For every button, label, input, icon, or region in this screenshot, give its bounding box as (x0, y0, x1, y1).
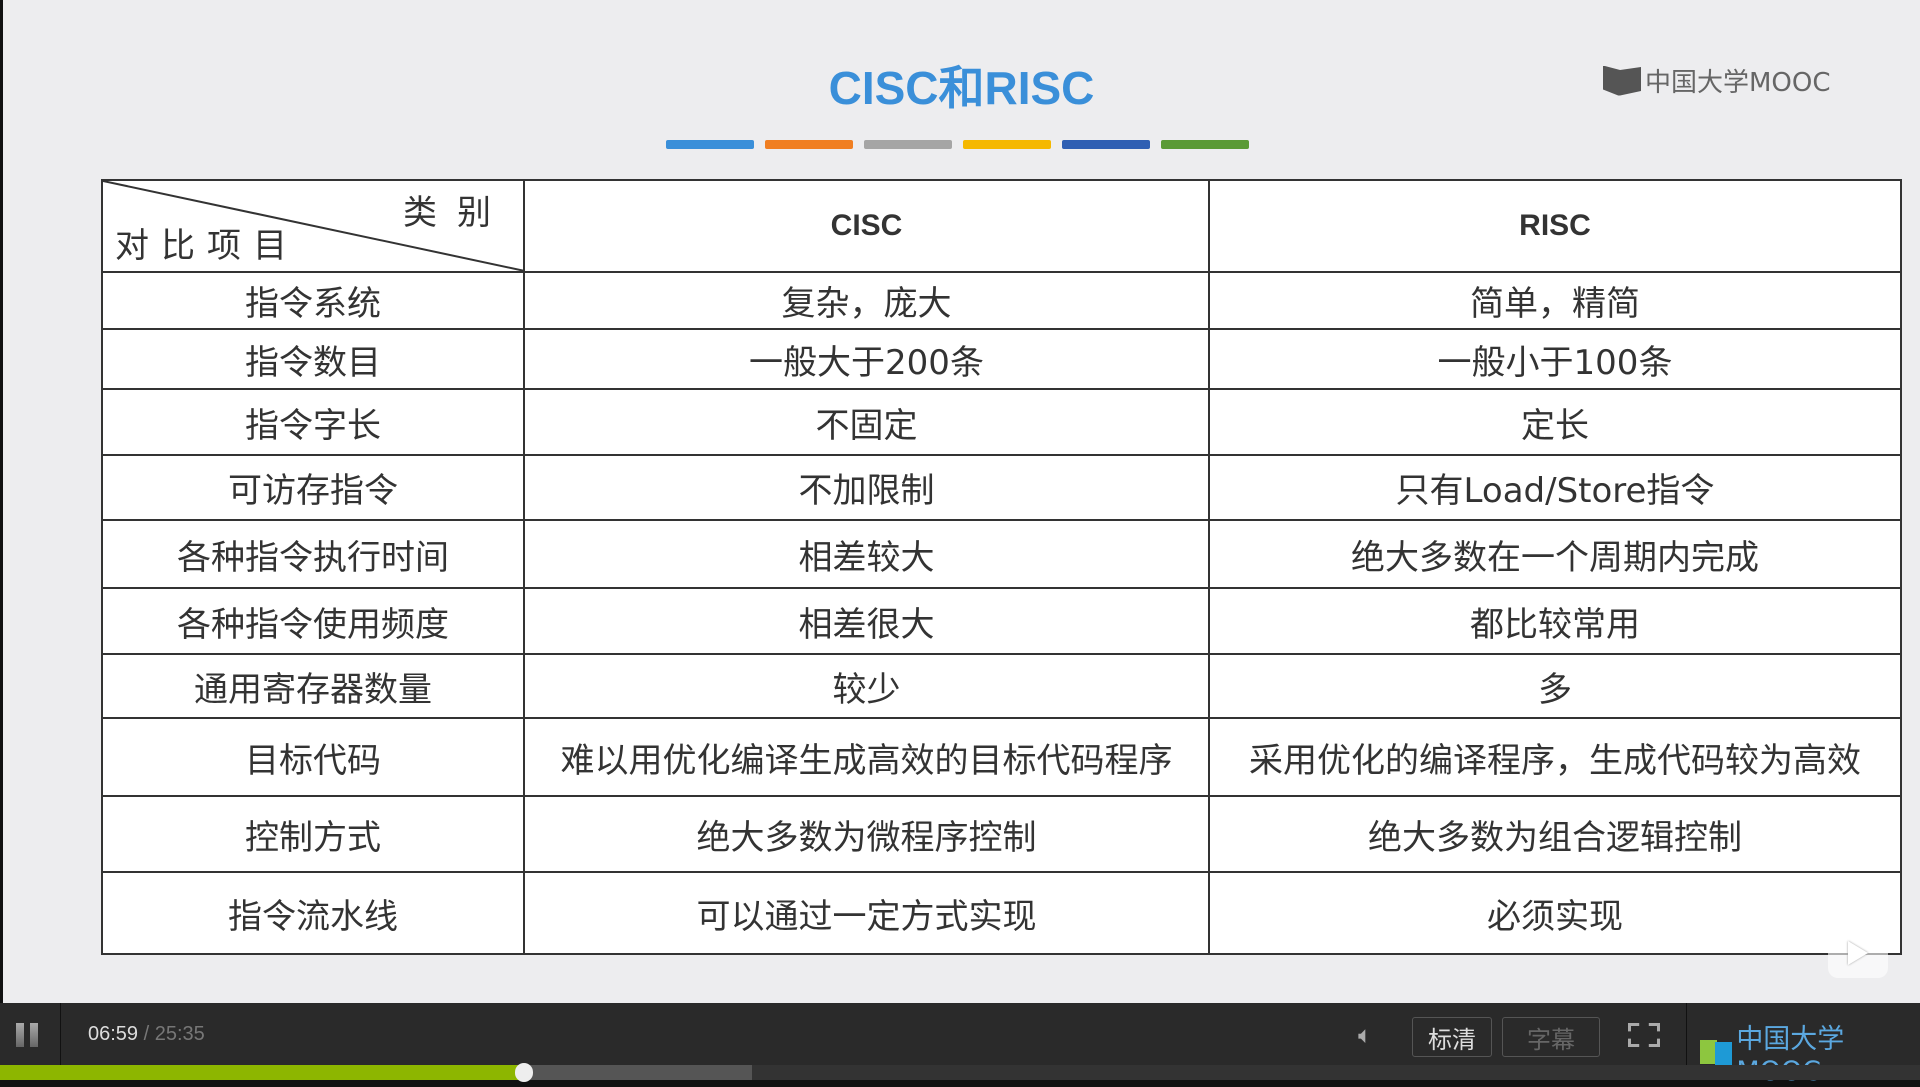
progress-bar[interactable] (0, 1063, 1920, 1082)
cisc-value: 复杂，庞大 (523, 271, 1210, 330)
table-row: 指令数目 一般大于200条 一般小于100条 (101, 328, 1902, 390)
cisc-value: 绝大多数为微程序控制 (523, 795, 1210, 873)
row-label: 指令流水线 (101, 871, 525, 955)
risc-value: 多 (1208, 653, 1902, 719)
risc-value: 绝大多数为组合逻辑控制 (1208, 795, 1902, 873)
cisc-value: 不固定 (523, 388, 1210, 456)
current-time: 06:59 (88, 1023, 139, 1045)
risc-value: 都比较常用 (1208, 587, 1902, 655)
corner-cell: 类别 对比项目 (101, 179, 525, 273)
slide: CISC和RISC 中国大学MOOC 类别 对比项目 CISC RISC 指令系… (3, 0, 1920, 1003)
player-control-bar: 06:59 / 25:35 🔈︎ 标清 字幕 中国大学MOOC (0, 1003, 1920, 1087)
volume-button[interactable]: 🔈︎ (1358, 1021, 1372, 1049)
progress-fill (0, 1065, 525, 1080)
play-overlay-button[interactable] (1828, 928, 1888, 978)
color-bars (666, 140, 1249, 149)
table-row: 指令字长 不固定 定长 (101, 388, 1902, 456)
corner-bottom-label: 对比项目 (115, 226, 299, 266)
risc-value: 一般小于100条 (1208, 328, 1902, 390)
subtitles-button[interactable]: 字幕 (1502, 1017, 1600, 1057)
row-label: 通用寄存器数量 (101, 653, 525, 719)
color-bar (666, 140, 754, 149)
logo-text: 中国大学MOOC (1645, 68, 1831, 98)
cisc-value: 不加限制 (523, 454, 1210, 521)
risc-value: 必须实现 (1208, 871, 1902, 955)
table-row: 通用寄存器数量 较少多 (101, 653, 1902, 719)
row-label: 指令数目 (101, 328, 525, 390)
row-label: 指令系统 (101, 271, 525, 330)
book-icon (1603, 65, 1641, 96)
color-bar (864, 140, 952, 149)
row-label: 控制方式 (101, 795, 525, 873)
table-row: 各种指令使用频度 相差很大 都比较常用 (101, 587, 1902, 655)
table-header-row: 类别 对比项目 CISC RISC (101, 179, 1902, 273)
volume-icon: 🔈︎ (1358, 1021, 1373, 1049)
risc-value: 简单，精简 (1208, 271, 1902, 330)
table-row: 指令流水线 可以通过一定方式实现 必须实现 (101, 871, 1902, 955)
cisc-value: 难以用优化编译生成高效的目标代码程序 (523, 717, 1210, 797)
color-bar (963, 140, 1051, 149)
cisc-value: 相差较大 (523, 519, 1210, 589)
color-bar (1062, 140, 1150, 149)
comparison-table: 类别 对比项目 CISC RISC 指令系统 复杂，庞大 简单，精简 指令数目 一般大于… (101, 179, 1902, 955)
table-row: 各种指令执行时间 相差较大 绝大多数在一个周期内完成 (101, 519, 1902, 589)
row-label: 目标代码 (101, 717, 525, 797)
risc-value: 只有Load/Store指令 (1208, 454, 1902, 521)
divider (1686, 1003, 1687, 1065)
divider (60, 1003, 61, 1065)
table-row: 指令系统 复杂，庞大 简单，精简 (101, 271, 1902, 330)
row-label: 指令字长 (101, 388, 525, 456)
header-cisc: CISC (523, 179, 1210, 273)
mooc-logo: 中国大学MOOC (1603, 62, 1831, 99)
risc-value: 采用优化的编译程序，生成代码较为高效 (1208, 717, 1902, 797)
color-bar (765, 140, 853, 149)
risc-value: 绝大多数在一个周期内完成 (1208, 519, 1902, 589)
risc-value: 定长 (1208, 388, 1902, 456)
table-row: 控制方式 绝大多数为微程序控制 绝大多数为组合逻辑控制 (101, 795, 1902, 873)
table-row: 目标代码 难以用优化编译生成高效的目标代码程序 采用优化的编译程序，生成代码较为高效 (101, 717, 1902, 797)
corner-top-label: 类别 (403, 193, 511, 233)
quality-button[interactable]: 标清 (1412, 1017, 1492, 1057)
cisc-value: 一般大于200条 (523, 328, 1210, 390)
play-icon (1848, 941, 1868, 965)
cisc-value: 相差很大 (523, 587, 1210, 655)
cisc-value: 可以通过一定方式实现 (523, 871, 1210, 955)
fullscreen-icon[interactable] (1628, 1023, 1660, 1047)
pause-button[interactable] (16, 1023, 38, 1047)
row-label: 各种指令执行时间 (101, 519, 525, 589)
total-time: / 25:35 (143, 1023, 205, 1045)
cisc-value: 较少 (523, 653, 1210, 719)
table-row: 可访存指令 不加限制 只有Load/Store指令 (101, 454, 1902, 521)
color-bar (1161, 140, 1249, 149)
time-display: 06:59 / 25:35 (88, 1023, 205, 1046)
pause-icon (16, 1023, 24, 1047)
row-label: 各种指令使用频度 (101, 587, 525, 655)
header-risc: RISC (1208, 179, 1902, 273)
row-label: 可访存指令 (101, 454, 525, 521)
